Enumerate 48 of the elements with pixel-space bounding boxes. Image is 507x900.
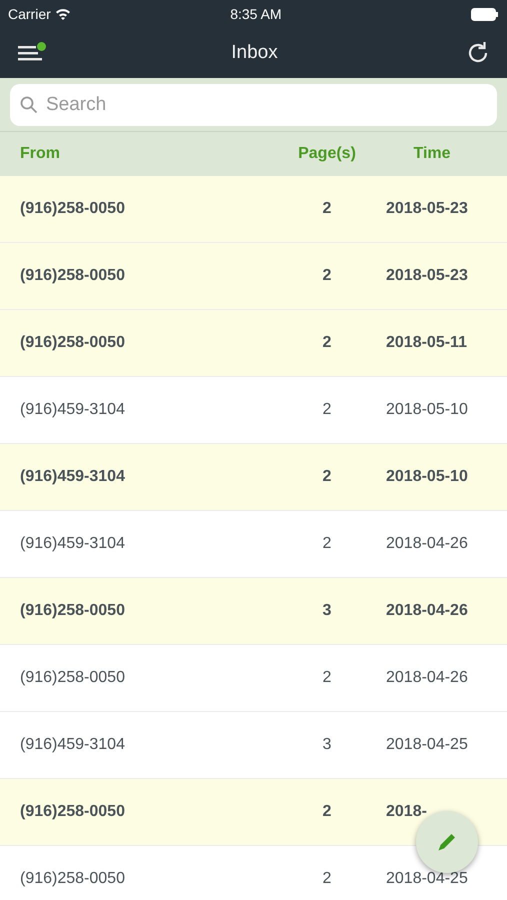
unread-message-row[interactable]: (916)258-0050 2 2018-05-23 bbox=[0, 176, 507, 243]
column-header: Page(s) bbox=[298, 145, 356, 162]
page-count: 2 bbox=[322, 870, 332, 887]
message-date: 2018-04-25 bbox=[386, 736, 468, 753]
column-header: Time bbox=[413, 145, 451, 162]
screen-title: Inbox bbox=[231, 40, 278, 65]
column-header: From bbox=[20, 145, 60, 162]
sender-number: (916)459-3104 bbox=[20, 535, 125, 552]
sender-number: (916)258-0050 bbox=[20, 870, 125, 887]
wifi-icon bbox=[54, 8, 71, 20]
message-date: 2018-04-25 bbox=[386, 870, 468, 887]
sender-number: (916)258-0050 bbox=[20, 602, 125, 619]
message-date: 2018-04-26 bbox=[386, 535, 468, 552]
sender-number: (916)459-3104 bbox=[20, 401, 125, 418]
page-count: 2 bbox=[322, 669, 332, 686]
message-date: 2018-05-23 bbox=[386, 267, 468, 284]
page-count: 2 bbox=[322, 803, 332, 820]
page-count: 2 bbox=[322, 468, 332, 485]
page-count: 2 bbox=[322, 401, 332, 418]
sender-number: (916)459-3104 bbox=[20, 736, 125, 753]
page-count: 3 bbox=[322, 736, 332, 753]
sender-number: (916)459-3104 bbox=[20, 468, 125, 485]
message-date: 2018- bbox=[386, 803, 427, 820]
battery-icon bbox=[471, 8, 499, 20]
message-date: 2018-05-10 bbox=[386, 401, 468, 418]
unread-message-row[interactable]: (916)258-0050 2 2018- bbox=[0, 779, 507, 846]
sender-number: (916)258-0050 bbox=[20, 334, 125, 351]
search-field[interactable]: Search bbox=[10, 84, 497, 126]
unread-message-row[interactable]: (916)459-3104 2 2018-05-10 bbox=[0, 444, 507, 511]
unread-message-row[interactable]: (916)258-0050 2 2018-05-23 bbox=[0, 243, 507, 310]
sender-number: (916)258-0050 bbox=[20, 803, 125, 820]
message-date: 2018-05-10 bbox=[386, 468, 468, 485]
page-count: 2 bbox=[322, 334, 332, 351]
sender-number: (916)258-0050 bbox=[20, 669, 125, 686]
unread-message-row[interactable]: (916)258-0050 2 2018-05-11 bbox=[0, 310, 507, 377]
message-date: 2018-04-26 bbox=[386, 602, 468, 619]
page-count: 3 bbox=[322, 602, 332, 619]
page-count: 2 bbox=[322, 535, 332, 552]
status-time: 8:35 AM bbox=[230, 4, 282, 24]
sender-number: (916)258-0050 bbox=[20, 267, 125, 284]
unread-message-row[interactable]: (916)258-0050 3 2018-04-26 bbox=[0, 578, 507, 645]
message-date: 2018-04-26 bbox=[386, 669, 468, 686]
carrier-label: Carrier bbox=[8, 4, 51, 24]
page-count: 2 bbox=[322, 200, 332, 217]
page-count: 2 bbox=[322, 267, 332, 284]
message-date: 2018-05-23 bbox=[386, 200, 468, 217]
sender-number: (916)258-0050 bbox=[20, 200, 125, 217]
message-date: 2018-05-11 bbox=[386, 334, 467, 351]
